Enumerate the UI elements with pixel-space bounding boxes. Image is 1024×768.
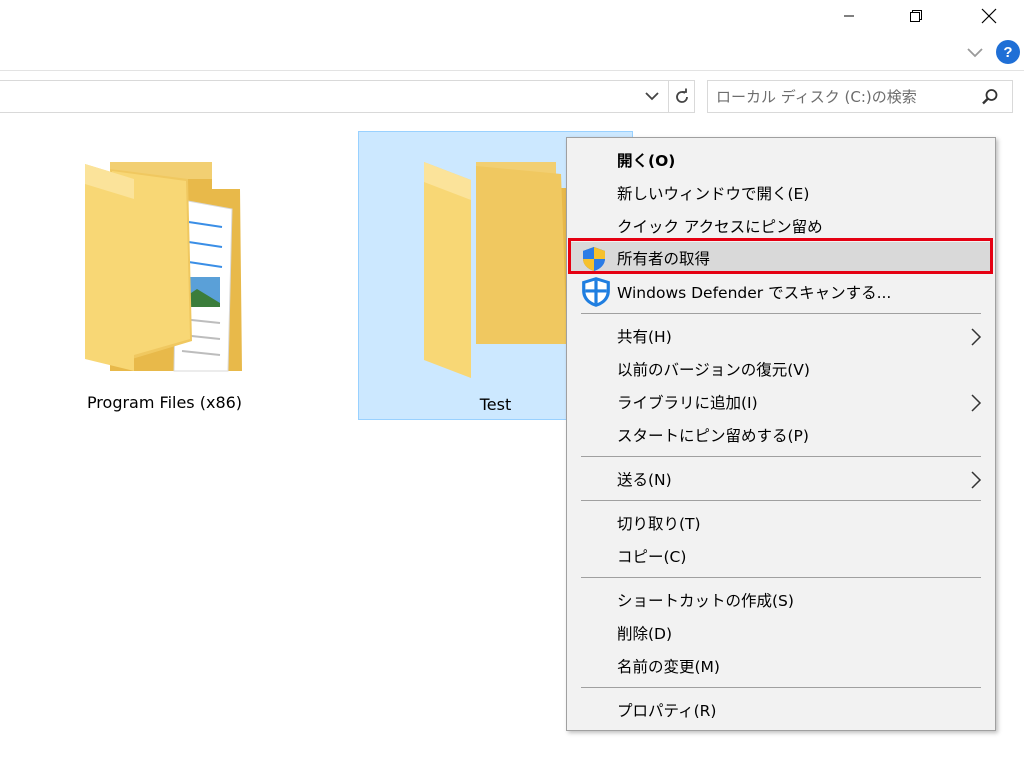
chevron-down-icon — [645, 92, 659, 101]
menu-item-label: ショートカットの作成(S) — [617, 592, 794, 610]
ribbon-divider — [0, 70, 1024, 71]
highlight-box — [568, 238, 993, 274]
menu-item-label: 新しいウィンドウで開く(E) — [617, 185, 810, 203]
menu-item-restore-previous-versions[interactable]: 以前のバージョンの復元(V) — [570, 353, 992, 385]
restore-button[interactable] — [893, 0, 939, 32]
close-icon — [981, 8, 997, 24]
menu-item-send-to[interactable]: 送る(N) — [570, 463, 992, 495]
menu-item-label: コピー(C) — [617, 548, 687, 566]
menu-item-label: 送る(N) — [617, 471, 672, 489]
restore-icon — [910, 10, 922, 22]
menu-item-open-new-window[interactable]: 新しいウィンドウで開く(E) — [570, 177, 992, 209]
chevron-right-icon — [971, 328, 982, 346]
menu-separator — [581, 687, 981, 688]
defender-icon — [582, 277, 610, 307]
menu-item-defender-scan[interactable]: Windows Defender でスキャンする... — [570, 276, 992, 308]
menu-item-label: クイック アクセスにピン留め — [617, 218, 823, 236]
close-button[interactable] — [966, 0, 1012, 32]
menu-item-label: プロパティ(R) — [617, 702, 717, 720]
search-box[interactable] — [707, 80, 1013, 113]
address-bar[interactable] — [0, 80, 695, 113]
menu-item-rename[interactable]: 名前の変更(M) — [570, 650, 992, 682]
menu-item-label: ライブラリに追加(I) — [617, 394, 758, 412]
menu-item-open[interactable]: 開く(O) — [570, 144, 992, 176]
folder-item[interactable]: Program Files (x86) — [27, 131, 302, 420]
menu-separator — [581, 456, 981, 457]
search-input[interactable] — [716, 81, 966, 112]
menu-item-label: 名前の変更(M) — [617, 658, 720, 676]
ribbon-expand-button[interactable] — [962, 40, 988, 64]
context-menu: 開く(O) 新しいウィンドウで開く(E) クイック アクセスにピン留め 所有者の… — [566, 137, 996, 731]
menu-item-properties[interactable]: プロパティ(R) — [570, 694, 992, 726]
folder-with-documents-icon — [84, 162, 242, 372]
address-history-button[interactable] — [640, 84, 664, 108]
menu-item-pin-to-start[interactable]: スタートにピン留めする(P) — [570, 419, 992, 451]
menu-item-label: 切り取り(T) — [617, 515, 701, 533]
menu-separator — [581, 313, 981, 314]
menu-item-label: 共有(H) — [617, 328, 672, 346]
refresh-button[interactable] — [668, 81, 695, 112]
search-icon[interactable] — [979, 86, 1001, 108]
menu-item-label: 削除(D) — [617, 625, 673, 643]
menu-item-share[interactable]: 共有(H) — [570, 320, 992, 352]
menu-item-delete[interactable]: 削除(D) — [570, 617, 992, 649]
menu-item-cut[interactable]: 切り取り(T) — [570, 507, 992, 539]
menu-item-label: 開く(O) — [617, 152, 676, 170]
menu-item-create-shortcut[interactable]: ショートカットの作成(S) — [570, 584, 992, 616]
menu-separator — [581, 577, 981, 578]
folder-label: Program Files (x86) — [86, 393, 243, 412]
menu-separator — [581, 500, 981, 501]
chevron-right-icon — [971, 471, 982, 489]
chevron-down-icon — [967, 48, 983, 58]
help-button[interactable]: ? — [996, 40, 1020, 64]
menu-item-label: 以前のバージョンの復元(V) — [617, 361, 810, 379]
menu-item-copy[interactable]: コピー(C) — [570, 540, 992, 572]
minimize-icon — [844, 15, 854, 17]
menu-item-label: スタートにピン留めする(P) — [617, 427, 809, 445]
minimize-button[interactable] — [826, 0, 872, 32]
refresh-icon — [676, 88, 688, 103]
menu-item-include-in-library[interactable]: ライブラリに追加(I) — [570, 386, 992, 418]
menu-item-label: Windows Defender でスキャンする... — [617, 284, 892, 302]
chevron-right-icon — [971, 394, 982, 412]
folder-icon — [423, 162, 567, 378]
